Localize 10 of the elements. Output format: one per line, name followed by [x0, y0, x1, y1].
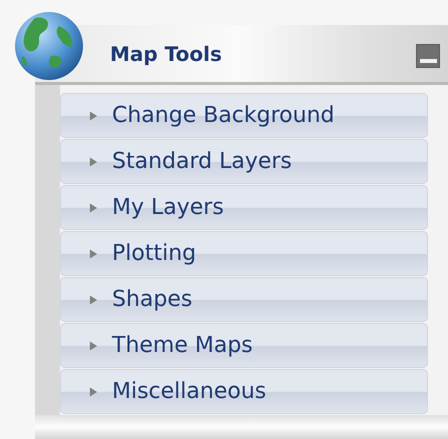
menu-item[interactable]: My Layers — [60, 185, 428, 230]
menu-item[interactable]: Change Background — [60, 93, 428, 138]
menu-item[interactable]: Miscellaneous — [60, 369, 428, 414]
menu-item[interactable]: Plotting — [60, 231, 428, 276]
globe-icon — [13, 10, 85, 82]
menu-item[interactable]: Theme Maps — [60, 323, 428, 368]
menu-item[interactable]: Shapes — [60, 277, 428, 322]
panel-title: Map Tools — [110, 42, 222, 66]
minimize-button[interactable] — [416, 44, 440, 68]
menu-item[interactable]: Standard Layers — [60, 139, 428, 184]
